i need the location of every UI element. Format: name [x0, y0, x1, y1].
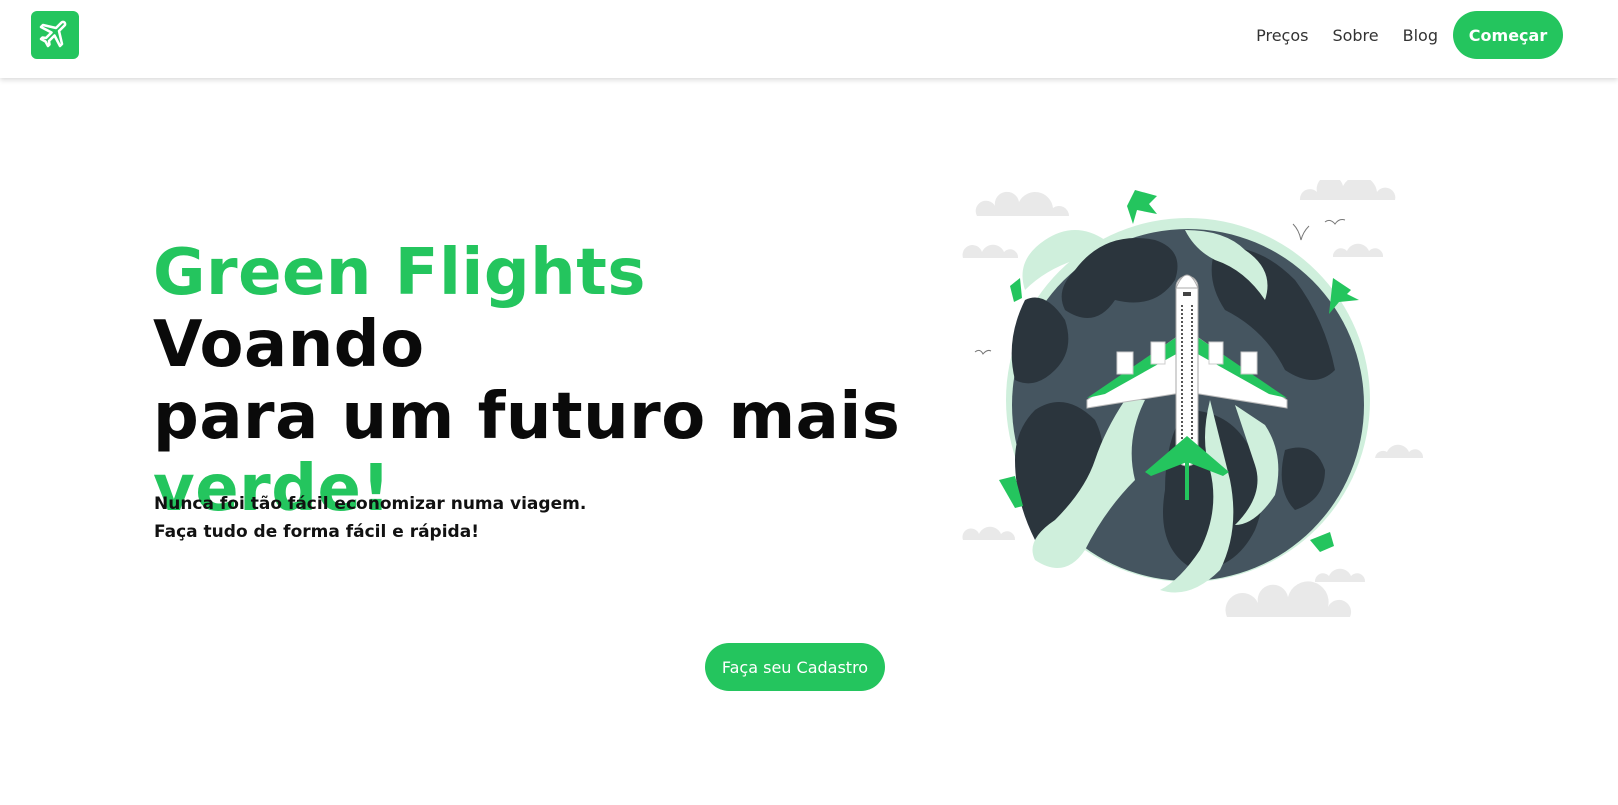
start-button[interactable]: Começar	[1453, 11, 1563, 59]
logo[interactable]	[31, 11, 79, 59]
nav-link-sobre[interactable]: Sobre	[1332, 26, 1378, 45]
signup-button[interactable]: Faça seu Cadastro	[705, 643, 885, 691]
hero-subtitle-line-2: Faça tudo de forma fácil e rápida!	[154, 522, 479, 542]
airplane-icon	[38, 16, 72, 54]
nav-link-precos[interactable]: Preços	[1256, 26, 1308, 45]
nav-links: Preços Sobre Blog	[1256, 0, 1438, 70]
hero-subtitle: Nunca foi tão fácil economizar numa viag…	[154, 490, 586, 546]
hero-title-part-1: Voando	[153, 308, 425, 382]
nav-link-blog[interactable]: Blog	[1403, 26, 1438, 45]
hero-title-brand: Green Flights	[153, 236, 646, 310]
hero-subtitle-line-1: Nunca foi tão fácil economizar numa viag…	[154, 494, 587, 514]
navbar: Preços Sobre Blog Começar	[0, 0, 1618, 78]
hero-title: Green Flights Voando para um futuro mais…	[153, 237, 933, 525]
hero-title-part-2: para um futuro mais	[153, 380, 901, 454]
globe-airplane-illustration	[955, 175, 1425, 630]
